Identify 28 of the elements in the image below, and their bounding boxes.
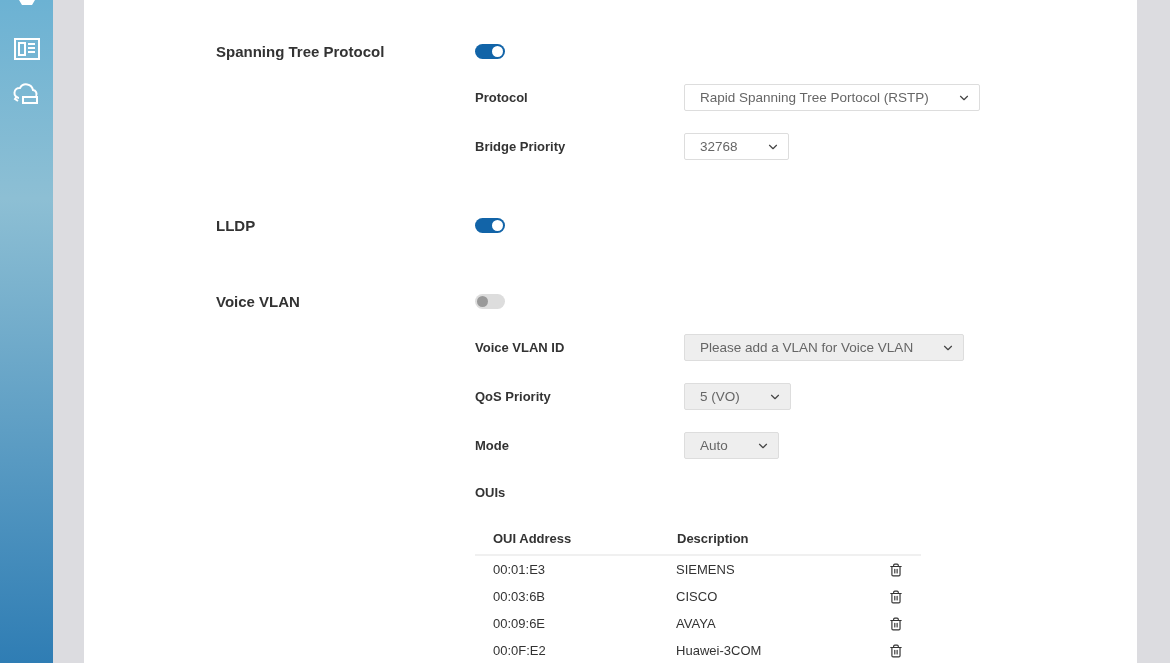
field-label: OUIs [475, 484, 507, 500]
section-title: Voice VLAN [216, 292, 301, 310]
column-header: Description [677, 530, 750, 546]
field-label: Mode [475, 438, 510, 453]
table-cell-text: 00:09:6E [493, 616, 547, 631]
table-cell-text: 00:03:6B [493, 589, 547, 604]
trash-icon[interactable] [889, 562, 903, 577]
toggle-switch[interactable] [475, 293, 505, 309]
table-cell-text: Huawei-3COM [676, 643, 763, 658]
field-label: Bridge Priority [475, 139, 567, 154]
column-header: OUI Address [493, 530, 573, 546]
field-label: Voice VLAN ID [475, 340, 566, 355]
trash-icon[interactable] [889, 643, 903, 658]
table-cell-text: 00:0F:E2 [493, 643, 547, 658]
toggle-switch[interactable] [475, 43, 505, 59]
trash-icon[interactable] [889, 616, 903, 631]
table-cell-text: CISCO [676, 589, 719, 604]
trash-icon[interactable] [889, 589, 903, 604]
dropdown[interactable]: Rapid Spanning Tree Portocol (RSTP) [684, 84, 980, 111]
table-cell-text: SIEMENS [676, 562, 736, 577]
table-cell-text: AVAYA [676, 616, 717, 631]
toggle-switch[interactable] [475, 217, 505, 233]
field-label: QoS Priority [475, 389, 552, 404]
section-title: LLDP [216, 216, 257, 234]
table-cell-text: 00:01:E3 [493, 562, 547, 577]
section-title: Spanning Tree Protocol [216, 42, 386, 60]
field-label: Protocol [475, 90, 529, 105]
dropdown[interactable]: 32768 [684, 133, 789, 160]
